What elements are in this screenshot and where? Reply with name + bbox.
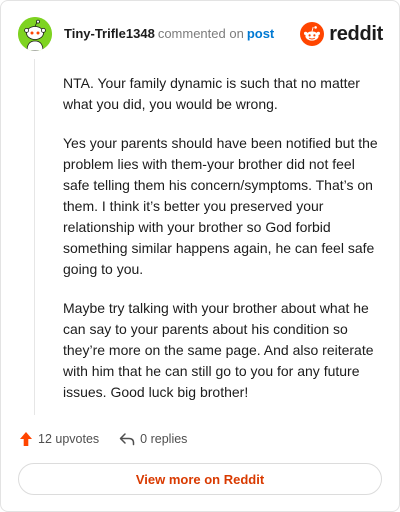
avatar[interactable] [18,17,52,51]
reddit-brand[interactable]: reddit [300,22,383,46]
snoo-avatar-icon [18,17,52,51]
reply-arrow-icon [119,433,135,446]
username[interactable]: Tiny-Trifle1348 [64,26,155,41]
comment-header: Tiny-Trifle1348 commented on post reddit [18,17,383,51]
reddit-wordmark: reddit [329,22,383,45]
thread-line [34,59,35,415]
commented-on-text: commented on [157,26,244,41]
comment-paragraph: Maybe try talking with your brother abou… [63,300,374,400]
upvote-button[interactable]: 12 upvotes [19,431,99,447]
comment-body: NTA. Your family dynamic is such that no… [63,73,385,421]
upvote-arrow-icon [20,432,32,446]
upvote-count: 12 upvotes [38,432,100,446]
post-link[interactable]: post [247,26,274,41]
replies-button[interactable]: 0 replies [119,432,187,446]
comment-card: Tiny-Trifle1348 commented on post reddit N… [0,0,400,512]
comment-paragraph: NTA. Your family dynamic is such that no… [63,75,360,112]
comment-paragraph: Yes your parents should have been notifi… [63,135,378,277]
reply-count: 0 replies [140,432,188,446]
author-line: Tiny-Trifle1348 commented on post [64,26,274,42]
view-more-button[interactable]: View more on Reddit [18,463,382,495]
comment-actions: 12 upvotes 0 replies [19,429,187,449]
reddit-logo-icon [300,22,325,46]
